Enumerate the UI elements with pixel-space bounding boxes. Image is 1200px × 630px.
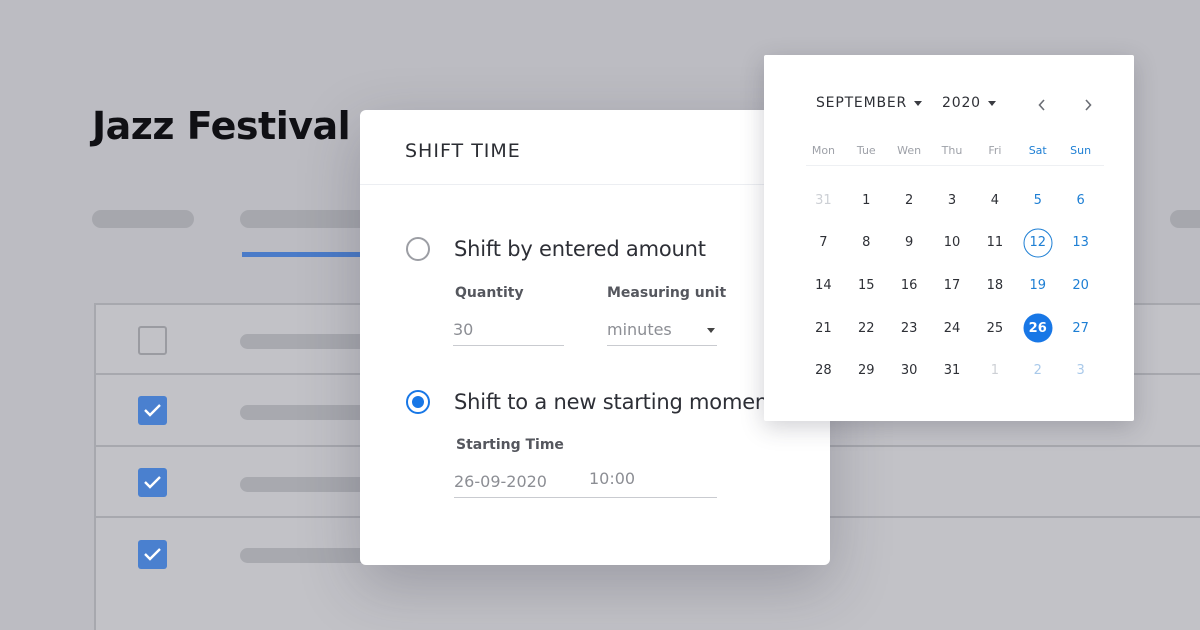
caret-down-icon: [914, 100, 923, 106]
tab-placeholder-3[interactable]: [1170, 210, 1200, 228]
calendar-day[interactable]: 17: [931, 264, 974, 307]
table-cell-placeholder: [240, 405, 370, 420]
quantity-input[interactable]: 30: [453, 316, 564, 346]
active-tab-indicator: [242, 252, 372, 257]
weekday-header: Mon Tue Wen Thu Fri Sat Sun: [802, 144, 1102, 166]
row-checkbox[interactable]: [138, 540, 167, 569]
measuring-unit-value: minutes: [607, 320, 672, 339]
calendar-day[interactable]: 7: [802, 222, 845, 265]
weekday-label: Wen: [897, 144, 922, 157]
year-select[interactable]: 2020: [942, 95, 996, 111]
row-checkbox[interactable]: [138, 326, 167, 355]
tab-placeholder-1[interactable]: [92, 210, 194, 228]
table-cell-placeholder: [240, 477, 370, 492]
calendar-week: 21 22 23 24 25 26 27: [802, 307, 1102, 350]
calendar-day[interactable]: 11: [973, 222, 1016, 265]
calendar-day[interactable]: 3: [931, 179, 974, 222]
table-cell-placeholder: [240, 334, 370, 349]
calendar-day-today[interactable]: 12: [1016, 222, 1059, 265]
weekday-label: Sun: [1070, 144, 1092, 157]
option-shift-by-amount[interactable]: Shift by entered amount: [406, 237, 706, 261]
caret-down-icon: [707, 328, 715, 333]
starting-time-label: Starting Time: [456, 437, 564, 453]
calendar-day[interactable]: 25: [973, 307, 1016, 350]
calendar-day-selected[interactable]: 26: [1016, 307, 1059, 350]
calendar-day[interactable]: 15: [845, 264, 888, 307]
calendar-day[interactable]: 21: [802, 307, 845, 350]
check-icon: [144, 404, 161, 417]
calendar-day[interactable]: 16: [888, 264, 931, 307]
starting-time-input[interactable]: 10:00: [588, 465, 717, 498]
calendar-day[interactable]: 31: [931, 349, 974, 392]
shift-time-dialog: SHIFT TIME Shift by entered amount Quant…: [360, 110, 830, 565]
calendar-day[interactable]: 8: [845, 222, 888, 265]
calendar-day[interactable]: 1: [973, 349, 1016, 392]
calendar-week: 7 8 9 10 11 12 13: [802, 222, 1102, 265]
date-picker-calendar: SEPTEMBER 2020 Mon Tue Wen Thu Fri Sat S…: [764, 55, 1134, 421]
calendar-day[interactable]: 30: [888, 349, 931, 392]
calendar-day[interactable]: 22: [845, 307, 888, 350]
calendar-day[interactable]: 2: [1016, 349, 1059, 392]
tab-placeholder-2[interactable]: [240, 210, 370, 228]
row-checkbox[interactable]: [138, 396, 167, 425]
measuring-unit-label: Measuring unit: [607, 285, 727, 301]
previous-month-button[interactable]: [1031, 95, 1053, 115]
month-select[interactable]: SEPTEMBER: [816, 95, 923, 111]
radio-shift-by-amount[interactable]: [406, 237, 430, 261]
measuring-unit-select[interactable]: minutes: [607, 316, 717, 346]
radio-shift-to-moment[interactable]: [406, 390, 430, 414]
calendar-day[interactable]: 3: [1059, 349, 1102, 392]
calendar-day[interactable]: 10: [931, 222, 974, 265]
calendar-day[interactable]: 14: [802, 264, 845, 307]
option-label: Shift to a new starting moment: [454, 390, 777, 414]
calendar-day[interactable]: 4: [973, 179, 1016, 222]
option-label: Shift by entered amount: [454, 237, 706, 261]
calendar-day[interactable]: 27: [1059, 307, 1102, 350]
option-shift-to-moment[interactable]: Shift to a new starting moment: [406, 390, 776, 414]
calendar-day[interactable]: 18: [973, 264, 1016, 307]
calendar-day[interactable]: 5: [1016, 179, 1059, 222]
calendar-day[interactable]: 2: [888, 179, 931, 222]
calendar-week: 31 1 2 3 4 5 6: [802, 179, 1102, 222]
table-cell-placeholder: [240, 548, 370, 563]
weekday-label: Thu: [941, 144, 963, 157]
row-checkbox[interactable]: [138, 468, 167, 497]
calendar-day[interactable]: 6: [1059, 179, 1102, 222]
check-icon: [144, 548, 161, 561]
quantity-label: Quantity: [455, 285, 524, 301]
weekday-label: Fri: [988, 144, 1002, 157]
weekday-label: Sat: [1028, 144, 1047, 157]
calendar-week: 14 15 16 17 18 19 20: [802, 264, 1102, 307]
chevron-right-icon: [1085, 99, 1092, 111]
calendar-header: SEPTEMBER 2020: [816, 95, 996, 111]
year-value: 2020: [942, 95, 981, 111]
calendar-day[interactable]: 29: [845, 349, 888, 392]
calendar-week: 28 29 30 31 1 2 3: [802, 349, 1102, 392]
weekday-label: Tue: [856, 144, 876, 157]
caret-down-icon: [987, 100, 996, 106]
check-icon: [144, 476, 161, 489]
calendar-day[interactable]: 28: [802, 349, 845, 392]
chevron-left-icon: [1038, 99, 1045, 111]
calendar-day[interactable]: 19: [1016, 264, 1059, 307]
calendar-day[interactable]: 20: [1059, 264, 1102, 307]
next-month-button[interactable]: [1077, 95, 1099, 115]
calendar-day[interactable]: 1: [845, 179, 888, 222]
starting-date-input[interactable]: 26-09-2020: [454, 468, 589, 498]
calendar-day[interactable]: 31: [802, 179, 845, 222]
calendar-day[interactable]: 13: [1059, 222, 1102, 265]
month-value: SEPTEMBER: [816, 95, 908, 111]
calendar-day[interactable]: 24: [931, 307, 974, 350]
weekday-label: Mon: [811, 144, 836, 157]
calendar-day[interactable]: 23: [888, 307, 931, 350]
calendar-day[interactable]: 9: [888, 222, 931, 265]
starting-time-value: 10:00: [589, 469, 636, 488]
starting-date-value: 26-09-2020: [454, 472, 547, 491]
dialog-header: SHIFT TIME: [360, 110, 830, 185]
weekday-divider: [806, 165, 1104, 166]
calendar-days-grid: 31 1 2 3 4 5 6 7 8 9 10 11 12 13 14 15 1…: [802, 179, 1102, 392]
quantity-value: 30: [453, 320, 474, 339]
page-title: Jazz Festival: [92, 104, 351, 148]
